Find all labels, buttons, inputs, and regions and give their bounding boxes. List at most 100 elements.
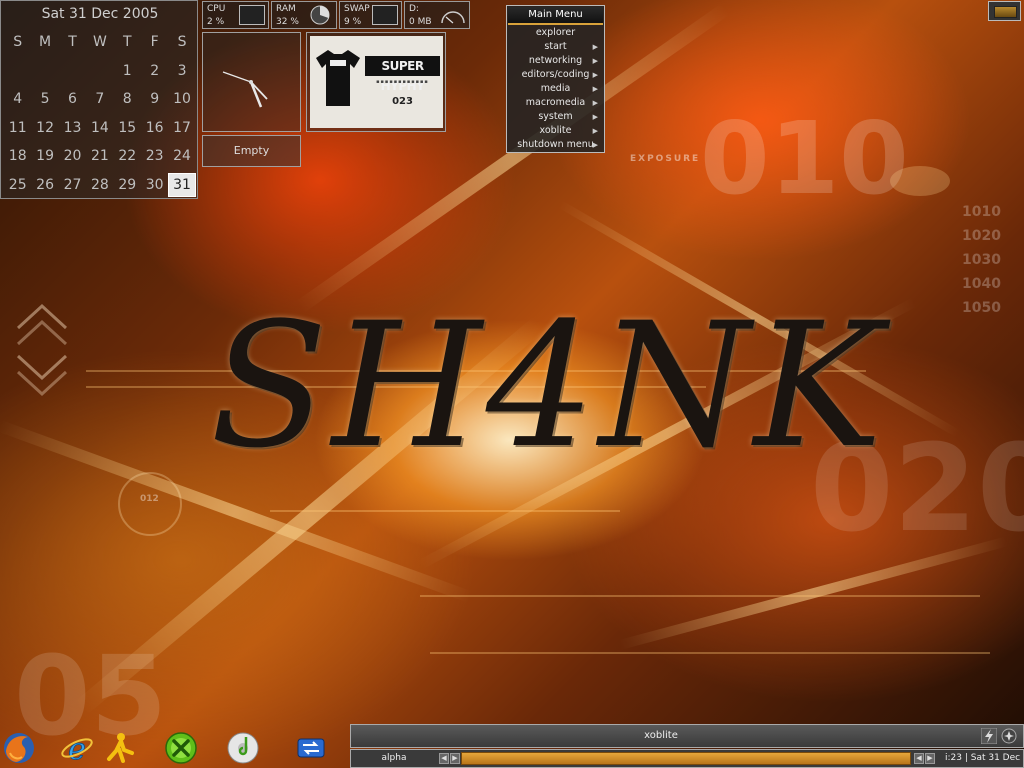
calendar-day: 6 — [68, 91, 77, 108]
calendar-day: 25 — [8, 176, 27, 193]
submenu-arrow-icon: ▶ — [592, 99, 598, 107]
swap-graph — [372, 5, 398, 25]
calendar-day: 22 — [118, 148, 137, 165]
wall-number-010: 010 — [700, 100, 909, 217]
menu-item-label: editors/coding — [521, 69, 590, 80]
calendar-day: 11 — [8, 119, 27, 136]
weekday-label: S — [13, 34, 23, 51]
calendar-day: 8 — [122, 91, 132, 108]
calendar-day: 16 — [145, 119, 164, 136]
media-player-widget[interactable]: SUPER HYPHY ▪▪▪▪▪▪▪▪▪▪▪▪ 023 — [306, 32, 446, 132]
cpu-graph — [239, 5, 265, 25]
toolbar-title: xoblite — [644, 730, 678, 741]
calendar-day: 15 — [118, 119, 137, 136]
ram-monitor-value: 32 % — [276, 17, 299, 27]
calendar-day: 26 — [36, 176, 54, 193]
disk-monitor-value: 0 MB — [409, 17, 432, 27]
workspace-next-button[interactable]: ▶ — [450, 753, 460, 764]
calendar-week-row: 4 5 6 7 8 9 10 — [4, 85, 196, 114]
wall-circle-decoration — [118, 472, 182, 536]
swap-monitor-label: SWAP — [344, 4, 370, 14]
swap-monitor-value: 9 % — [344, 17, 362, 27]
main-menu: Main Menu explorer start ▶ networking ▶ … — [506, 5, 605, 153]
menu-item-shutdown-menu[interactable]: shutdown menu ▶ — [507, 138, 604, 152]
calendar-day: 27 — [63, 176, 82, 193]
calendar-day: 24 — [173, 148, 191, 165]
analog-clock-icon — [222, 71, 268, 108]
system-tray-corner-button[interactable] — [988, 1, 1021, 21]
sync-icon[interactable] — [294, 731, 328, 765]
calendar-weekday-row: S M T W T F S — [4, 28, 196, 57]
calendar-day: 14 — [90, 119, 109, 136]
menu-item-macromedia[interactable]: macromedia ▶ — [507, 96, 604, 110]
menu-item-system[interactable]: system ▶ — [507, 110, 604, 124]
xbox-icon[interactable] — [164, 731, 198, 765]
empty-recycle-button[interactable]: Empty — [202, 135, 301, 167]
weekday-label: M — [39, 34, 52, 51]
wall-number-1010: 1010 — [962, 204, 1001, 220]
calendar-week-row: 18 19 20 21 22 23 24 — [4, 142, 196, 171]
calendar-day: 9 — [150, 91, 160, 108]
cpu-monitor: CPU 2 % — [202, 1, 269, 29]
calendar-week-row: 11 12 13 14 15 16 17 — [4, 114, 196, 143]
calendar-day: 2 — [150, 62, 160, 79]
settings-star-icon[interactable] — [1001, 728, 1017, 744]
calendar-day: 29 — [118, 176, 137, 193]
tray-indicator-icon — [994, 6, 1017, 18]
flash-icon[interactable] — [981, 728, 997, 744]
disk-monitor-label: D: — [409, 4, 419, 14]
calendar-day: 21 — [90, 148, 109, 165]
workspace-panel: alpha ◀ ▶ ◀ ▶ i:23 | Sat 31 Dec — [350, 749, 1024, 768]
weekday-label: W — [92, 34, 107, 51]
toolbar-panel: xoblite — [350, 724, 1024, 748]
calendar-day-today: 31 — [168, 172, 196, 197]
menu-item-start[interactable]: start ▶ — [507, 40, 604, 54]
calendar-day: 19 — [36, 148, 54, 165]
menu-item-label: networking — [528, 55, 583, 66]
calendar-day: 12 — [36, 119, 54, 136]
wall-number-1030: 1030 — [962, 252, 1001, 268]
submenu-arrow-icon: ▶ — [592, 85, 598, 93]
menu-item-label: system — [538, 111, 573, 122]
ram-pie-icon — [310, 5, 330, 25]
wall-chevron-decoration — [16, 303, 68, 397]
menu-item-editors-coding[interactable]: editors/coding ▶ — [507, 68, 604, 82]
analog-clock-widget — [202, 32, 301, 132]
wall-number-1050: 1050 — [962, 300, 1001, 316]
calendar-day: 1 — [122, 62, 132, 79]
calendar-day: 30 — [145, 176, 164, 193]
workspace-prev-button[interactable]: ◀ — [439, 753, 449, 764]
task-prev-button[interactable]: ◀ — [914, 753, 924, 764]
workspace-label: alpha — [381, 753, 407, 763]
internet-explorer-icon[interactable]: e — [60, 731, 94, 765]
weekday-label: T — [68, 34, 77, 51]
menu-item-xoblite[interactable]: xoblite ▶ — [507, 124, 604, 138]
menu-item-label: shutdown menu — [517, 139, 594, 150]
menu-item-explorer[interactable]: explorer — [507, 26, 604, 40]
weekday-label: F — [150, 34, 159, 51]
calendar-week-row: 1 2 3 — [4, 57, 196, 86]
submenu-arrow-icon: ▶ — [592, 71, 598, 79]
submenu-arrow-icon: ▶ — [592, 43, 598, 51]
submenu-arrow-icon: ▶ — [592, 141, 598, 149]
exposure-label: EXPOSURE — [630, 154, 701, 164]
aim-icon[interactable] — [104, 731, 138, 765]
cpu-monitor-label: CPU — [207, 4, 226, 14]
menu-item-label: xoblite — [539, 125, 572, 136]
menu-item-label: macromedia — [525, 97, 586, 108]
main-menu-title: Main Menu — [508, 7, 603, 25]
task-next-button[interactable]: ▶ — [925, 753, 935, 764]
calendar-day: 17 — [173, 119, 191, 136]
calendar-grid: S M T W T F S 1 2 3 4 5 6 7 8 9 10 11 12… — [4, 28, 196, 199]
music-player-icon[interactable] — [226, 731, 260, 765]
menu-item-networking[interactable]: networking ▶ — [507, 54, 604, 68]
cpu-monitor-value: 2 % — [207, 17, 225, 27]
menu-item-media[interactable]: media ▶ — [507, 82, 604, 96]
album-art: SUPER HYPHY ▪▪▪▪▪▪▪▪▪▪▪▪ 023 — [310, 36, 443, 128]
active-task-bar[interactable] — [461, 752, 911, 765]
submenu-arrow-icon: ▶ — [592, 127, 598, 135]
firefox-icon[interactable] — [2, 731, 36, 765]
wall-number-1040: 1040 — [962, 276, 1001, 292]
disk-gauge-icon — [441, 11, 465, 24]
swap-monitor: SWAP 9 % — [339, 1, 402, 29]
